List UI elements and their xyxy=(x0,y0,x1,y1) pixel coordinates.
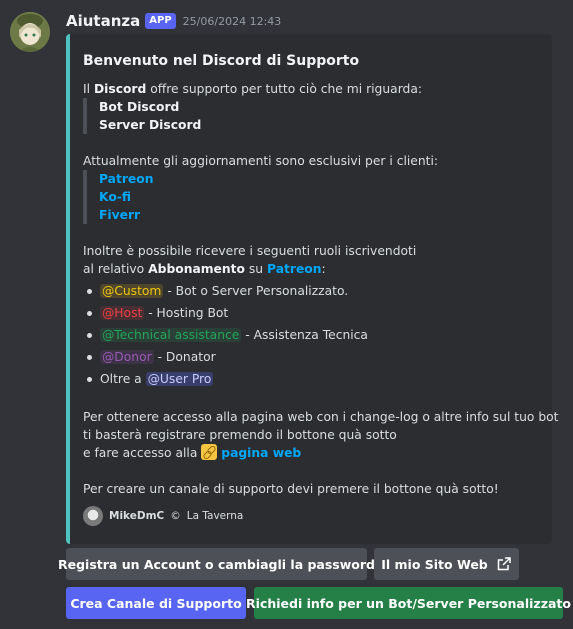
list-item: @Technical assistance - Assistenza Tecni… xyxy=(83,324,540,346)
role-desc: - Bot o Server Personalizzato. xyxy=(163,284,349,298)
footer-avatar-icon xyxy=(83,506,103,526)
create-support-channel-label: Crea Canale di Supporto xyxy=(70,595,242,611)
roles-intro-line2: al relativo Abbonamento su Patreon: xyxy=(83,260,540,278)
intro-bold: Discord xyxy=(93,82,147,96)
platforms-quote: Patreon Ko-fi Fiverr xyxy=(83,170,540,224)
support-channel-text: Per creare un canale di supporto devi pr… xyxy=(83,482,499,496)
external-link-icon xyxy=(497,557,511,571)
roles-intro-prefix: al relativo xyxy=(83,262,149,276)
roles-intro-suffix: : xyxy=(321,262,326,276)
role-desc: - Donator xyxy=(153,350,216,364)
request-custom-info-label: Richiedi info per un Bot/Server Personal… xyxy=(246,595,571,611)
link-fiverr[interactable]: Fiverr xyxy=(99,206,540,224)
role-desc: - Assistenza Tecnica xyxy=(241,328,368,342)
app-badge: APP xyxy=(145,13,176,29)
role-desc: - Hosting Bot xyxy=(144,306,229,320)
link-emoji-icon xyxy=(201,444,218,460)
support-item: Bot Discord xyxy=(99,100,180,114)
web-text-line3: e fare accesso alla pagina web xyxy=(83,444,540,462)
role-mention-technical[interactable]: @Technical assistance xyxy=(100,328,242,342)
link-patreon-inline[interactable]: Patreon xyxy=(267,262,321,276)
web-text-line1: Per ottenere accesso alla pagina web con… xyxy=(83,410,559,424)
embed-description: Il Discord offre supporto per tutto ciò … xyxy=(83,80,559,498)
web-text-line2: ti basterà registrare premendo il botton… xyxy=(83,428,397,442)
support-item: Server Discord xyxy=(99,118,202,132)
author-name[interactable]: Aiutanza xyxy=(66,12,140,30)
website-button[interactable]: Il mio Sito Web xyxy=(374,548,519,580)
register-account-button[interactable]: Registra un Account o cambiagli la passw… xyxy=(58,548,375,580)
last-role-prefix: Oltre a xyxy=(100,372,146,386)
embed-card: Benvenuto nel Discord di Supporto Il Dis… xyxy=(66,34,559,544)
embed-footer: MikeDmC © La Taverna xyxy=(83,506,243,526)
footer-server: La Taverna xyxy=(186,510,244,522)
list-item: Oltre a @User Pro xyxy=(83,368,540,390)
avatar-image xyxy=(10,12,50,52)
roles-intro-bold: Abbonamento xyxy=(148,262,245,276)
list-item: @Custom - Bot o Server Personalizzato. xyxy=(83,280,540,302)
roles-list: @Custom - Bot o Server Personalizzato. @… xyxy=(83,280,540,390)
support-items-quote: Bot Discord Server Discord xyxy=(83,98,540,134)
avatar[interactable] xyxy=(10,12,50,52)
embed-title: Benvenuto nel Discord di Supporto xyxy=(83,53,360,69)
link-patreon[interactable]: Patreon xyxy=(99,170,540,188)
request-custom-info-button[interactable]: Richiedi info per un Bot/Server Personal… xyxy=(246,587,571,619)
link-kofi[interactable]: Ko-fi xyxy=(99,188,540,206)
message-timestamp: 25/06/2024 12:43 xyxy=(182,14,282,28)
copyright-icon: © xyxy=(170,510,181,522)
list-item: @Host - Hosting Bot xyxy=(83,302,540,324)
role-mention-custom[interactable]: @Custom xyxy=(100,284,164,298)
website-label: Il mio Sito Web xyxy=(381,556,488,572)
intro-line: Il Discord offre supporto per tutto ciò … xyxy=(83,80,540,98)
intro-prefix: Il xyxy=(83,82,94,96)
register-account-label: Registra un Account o cambiagli la passw… xyxy=(58,556,375,572)
link-web-page[interactable]: pagina web xyxy=(221,446,301,460)
message-header: Aiutanza APP 25/06/2024 12:43 xyxy=(66,11,281,31)
create-support-channel-button[interactable]: Crea Canale di Supporto xyxy=(66,587,246,619)
role-mention-host[interactable]: @Host xyxy=(100,306,145,320)
updates-text: Attualmente gli aggiornamenti sono esclu… xyxy=(83,154,439,168)
web-text-prefix: e fare accesso alla xyxy=(83,446,202,460)
role-mention-donor[interactable]: @Donor xyxy=(100,350,154,364)
intro-suffix: offre supporto per tutto ciò che mi rigu… xyxy=(146,82,423,96)
footer-name: MikeDmC xyxy=(109,510,165,522)
roles-intro-mid: su xyxy=(244,262,268,276)
list-item: @Donor - Donator xyxy=(83,346,540,368)
roles-intro-line1: Inoltre è possibile ricevere i seguenti … xyxy=(83,244,417,258)
role-mention-user-pro[interactable]: @User Pro xyxy=(145,372,214,386)
